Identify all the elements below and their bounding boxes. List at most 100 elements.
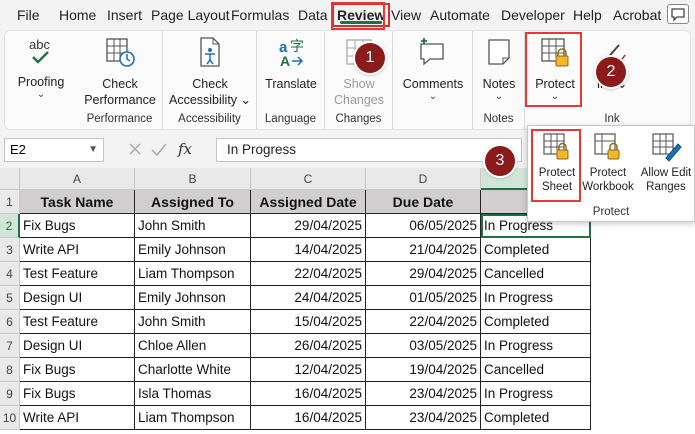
tab-developer[interactable]: Developer	[498, 3, 568, 27]
tab-data[interactable]: Data	[295, 3, 331, 27]
tab-insert[interactable]: Insert	[104, 3, 145, 27]
cell-due-date[interactable]: 03/05/2025	[366, 334, 481, 358]
cell-assigned-date[interactable]: 14/04/2025	[251, 238, 366, 262]
cell-due-date[interactable]: 29/04/2025	[366, 262, 481, 286]
row-header-5[interactable]: 5	[0, 286, 20, 310]
cell-assigned-date[interactable]: 26/04/2025	[251, 334, 366, 358]
row-header-2[interactable]: 2	[0, 214, 20, 238]
cell-due-date[interactable]: 21/04/2025	[366, 238, 481, 262]
tab-file[interactable]: File	[14, 3, 43, 27]
cell-task-name[interactable]: Test Feature	[20, 310, 135, 334]
cell-assigned-to[interactable]: Liam Thompson	[135, 406, 251, 430]
name-box[interactable]: E2 ▼	[4, 138, 104, 162]
cell-due-date[interactable]: 23/04/2025	[366, 382, 481, 406]
accessibility-group: Check Accessibility ⌄ Accessibility	[163, 31, 257, 129]
cell-due-date[interactable]: 23/04/2025	[366, 406, 481, 430]
cell-assigned-to[interactable]: John Smith	[135, 310, 251, 334]
review-tab-highlight	[331, 2, 385, 30]
new-comment-icon	[399, 35, 467, 73]
changes-group-label: Changes	[335, 113, 382, 125]
cell-assigned-date[interactable]: 24/04/2025	[251, 286, 366, 310]
cell-assigned-to[interactable]: Isla Thomas	[135, 382, 251, 406]
row-header-4[interactable]: 4	[0, 262, 20, 286]
cell-assigned-date[interactable]: 16/04/2025	[251, 382, 366, 406]
tab-home[interactable]: Home	[56, 3, 99, 27]
cell-assigned-to[interactable]: Charlotte White	[135, 358, 251, 382]
cell-due-date[interactable]: 06/05/2025	[366, 214, 481, 238]
cell-status[interactable]: In Progress	[481, 382, 591, 406]
cell-task-name[interactable]: Design UI	[20, 286, 135, 310]
header-cell-due-date[interactable]: Due Date	[366, 190, 481, 214]
cell-task-name[interactable]: Write API	[20, 406, 135, 430]
chevron-down-icon[interactable]: ▼	[88, 139, 98, 161]
column-header-c[interactable]: C	[251, 168, 366, 190]
column-header-b[interactable]: B	[135, 168, 251, 190]
translate-button[interactable]: a 字 A Translate	[261, 35, 321, 92]
tab-help[interactable]: Help	[570, 3, 605, 27]
comments-button[interactable]: Comments ⌄	[399, 35, 467, 102]
notes-button[interactable]: Notes ⌄	[477, 35, 521, 102]
language-group: a 字 A Translate Language	[257, 31, 325, 129]
row-header-7[interactable]: 7	[0, 334, 20, 358]
tab-page-layout[interactable]: Page Layout	[148, 3, 233, 27]
tab-automate[interactable]: Automate	[427, 3, 493, 27]
column-header-a[interactable]: A	[20, 168, 135, 190]
protect-dropdown: Protect Sheet Protect Workbook Allow Edi…	[527, 125, 695, 222]
cell-assigned-date[interactable]: 22/04/2025	[251, 262, 366, 286]
check-performance-button[interactable]: Check Performance	[81, 35, 159, 108]
select-all-corner[interactable]	[0, 168, 20, 190]
cell-assigned-date[interactable]: 12/04/2025	[251, 358, 366, 382]
formula-input[interactable]: In Progress	[216, 138, 522, 162]
row-header-6[interactable]: 6	[0, 310, 20, 334]
header-cell-assigned-date[interactable]: Assigned Date	[251, 190, 366, 214]
row-header-1[interactable]: 1	[0, 190, 20, 214]
proofing-button[interactable]: abc Proofing ⌄	[11, 35, 71, 100]
tab-view[interactable]: View	[388, 3, 424, 27]
protect-group-label: Protect	[592, 206, 630, 218]
column-header-d[interactable]: D	[366, 168, 481, 190]
comments-group: Comments ⌄	[393, 31, 473, 129]
cell-assigned-date[interactable]: 29/04/2025	[251, 214, 366, 238]
row-header-10[interactable]: 10	[0, 406, 20, 430]
protect-sheet-button[interactable]: Protect Sheet	[534, 132, 580, 194]
row-header-9[interactable]: 9	[0, 382, 20, 406]
cell-status[interactable]: In Progress	[481, 286, 591, 310]
performance-icon	[81, 35, 159, 73]
cell-task-name[interactable]: Test Feature	[20, 262, 135, 286]
cell-status[interactable]: Cancelled	[481, 262, 591, 286]
fx-icon[interactable]: fx	[178, 140, 192, 158]
tab-formulas[interactable]: Formulas	[228, 3, 292, 27]
cell-task-name[interactable]: Fix Bugs	[20, 358, 135, 382]
cell-assigned-to[interactable]: John Smith	[135, 214, 251, 238]
cell-task-name[interactable]: Design UI	[20, 334, 135, 358]
cell-task-name[interactable]: Fix Bugs	[20, 382, 135, 406]
header-cell-task-name[interactable]: Task Name	[20, 190, 135, 214]
allow-edit-ranges-icon	[638, 132, 694, 166]
row-header-8[interactable]: 8	[0, 358, 20, 382]
notes-group-label: Notes	[483, 113, 514, 125]
performance-group-label: Performance	[86, 113, 153, 125]
cell-status[interactable]: Cancelled	[481, 358, 591, 382]
cell-assigned-date[interactable]: 15/04/2025	[251, 310, 366, 334]
cell-assigned-date[interactable]: 16/04/2025	[251, 406, 366, 430]
tab-acrobat[interactable]: Acrobat	[610, 3, 664, 27]
cell-task-name[interactable]: Fix Bugs	[20, 214, 135, 238]
cell-due-date[interactable]: 01/05/2025	[366, 286, 481, 310]
row-header-3[interactable]: 3	[0, 238, 20, 262]
header-cell-assigned-to[interactable]: Assigned To	[135, 190, 251, 214]
check-accessibility-button[interactable]: Check Accessibility ⌄	[167, 35, 253, 108]
cell-task-name[interactable]: Write API	[20, 238, 135, 262]
protect-workbook-button[interactable]: Protect Workbook	[582, 132, 634, 194]
cell-due-date[interactable]: 22/04/2025	[366, 310, 481, 334]
cell-status[interactable]: Completed	[481, 238, 591, 262]
cell-assigned-to[interactable]: Emily Johnson	[135, 238, 251, 262]
allow-edit-ranges-button[interactable]: Allow Edit Ranges	[638, 132, 694, 194]
cell-assigned-to[interactable]: Emily Johnson	[135, 286, 251, 310]
cell-status[interactable]: In Progress	[481, 334, 591, 358]
cell-assigned-to[interactable]: Chloe Allen	[135, 334, 251, 358]
cell-status[interactable]: Completed	[481, 406, 591, 430]
comments-icon[interactable]	[667, 4, 689, 24]
cell-assigned-to[interactable]: Liam Thompson	[135, 262, 251, 286]
cell-status[interactable]: Completed	[481, 310, 591, 334]
cell-due-date[interactable]: 19/04/2025	[366, 358, 481, 382]
